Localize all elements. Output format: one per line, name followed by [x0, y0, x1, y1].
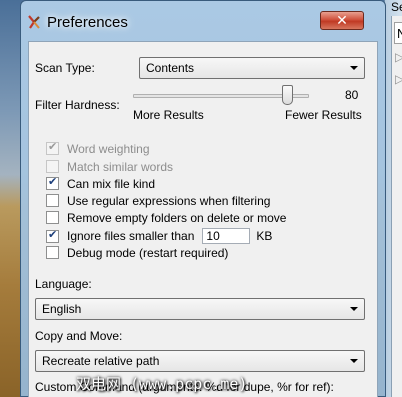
filter-hardness-value: 80 [345, 88, 359, 102]
filter-hardness-min-label: More Results [133, 108, 204, 122]
language-dropdown[interactable]: English [35, 298, 365, 320]
ignore-small-files-checkbox[interactable] [46, 228, 59, 243]
background-window-item-2: ▷ [395, 72, 402, 86]
use-regex-label: Use regular expressions when filtering [67, 193, 271, 208]
background-window-field[interactable]: N [394, 22, 402, 44]
option-ignore-small-files[interactable]: Ignore files smaller than 10 KB [46, 228, 272, 244]
chevron-down-icon [350, 359, 358, 363]
remove-empty-folders-label: Remove empty folders on delete or move [67, 210, 287, 225]
debug-mode-label: Debug mode (restart required) [67, 245, 229, 260]
background-window-item-1: ▷ [395, 50, 402, 64]
copy-move-value: Recreate relative path [42, 354, 160, 368]
debug-mode-checkbox[interactable] [46, 246, 59, 260]
chevron-down-icon [350, 307, 358, 311]
use-regex-checkbox[interactable] [46, 194, 59, 208]
word-weighting-checkbox[interactable] [46, 140, 59, 156]
close-button[interactable]: ✕ [320, 11, 364, 30]
scan-type-value: Contents [146, 61, 195, 75]
background-window[interactable]: Se N ▷ ▷ [384, 0, 402, 397]
word-weighting-label: Word weighting [67, 141, 150, 156]
language-value: English [42, 302, 82, 316]
filter-hardness-slider-thumb[interactable] [282, 85, 293, 105]
window-title: Preferences [47, 14, 128, 31]
remove-empty-folders-checkbox[interactable] [46, 211, 59, 225]
option-match-similar-words[interactable]: Match similar words [46, 159, 173, 175]
preferences-content: Scan Type: Contents Filter Hardness: 80 … [28, 41, 378, 397]
option-can-mix-file-kind[interactable]: Can mix file kind [46, 175, 156, 192]
min-size-unit: KB [256, 229, 273, 243]
preferences-window: Preferences ✕ Scan Type: Contents Filter… [20, 0, 386, 397]
min-size-input[interactable]: 10 [202, 228, 251, 244]
option-use-regular-expressions[interactable]: Use regular expressions when filtering [46, 193, 270, 209]
copy-move-label: Copy and Move: [35, 329, 123, 343]
chevron-down-icon [350, 66, 358, 70]
filter-hardness-label: Filter Hardness: [35, 98, 120, 112]
background-window-field-text: N [397, 26, 402, 41]
copy-move-dropdown[interactable]: Recreate relative path [35, 350, 365, 372]
close-icon: ✕ [336, 12, 348, 28]
match-similar-words-checkbox[interactable] [46, 160, 59, 174]
language-label: Language: [35, 277, 92, 291]
watermark: 双电网 (www.pcpc.me) [76, 375, 248, 393]
can-mix-file-kind-checkbox[interactable] [46, 175, 59, 191]
match-similar-words-label: Match similar words [67, 159, 174, 174]
option-word-weighting[interactable]: Word weighting [46, 140, 150, 157]
background-window-content: N ▷ ▷ [391, 16, 402, 397]
option-remove-empty-folders[interactable]: Remove empty folders on delete or move [46, 210, 286, 226]
option-debug-mode[interactable]: Debug mode (restart required) [46, 245, 228, 261]
scan-type-label: Scan Type: [35, 61, 95, 75]
scan-type-dropdown[interactable]: Contents [139, 57, 365, 79]
can-mix-file-kind-label: Can mix file kind [67, 176, 156, 191]
filter-hardness-max-label: Fewer Results [285, 108, 362, 122]
background-window-title: Se [391, 0, 402, 14]
title-bar[interactable]: Preferences ✕ [21, 1, 385, 41]
ignore-small-files-label: Ignore files smaller than [67, 229, 195, 243]
app-icon [28, 15, 40, 29]
